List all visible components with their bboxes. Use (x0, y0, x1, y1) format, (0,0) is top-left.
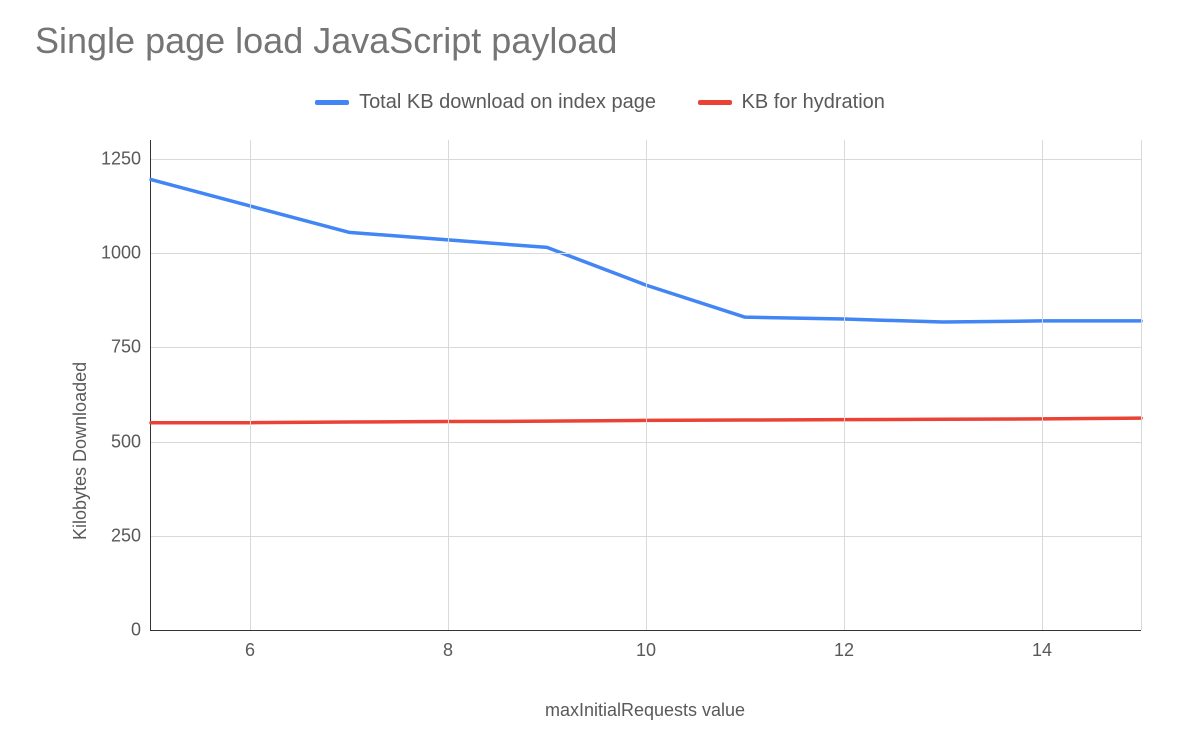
legend-label-total: Total KB download on index page (359, 91, 656, 114)
gridline-vertical (646, 140, 647, 630)
y-tick-label: 0 (131, 620, 141, 641)
gridline-vertical (844, 140, 845, 630)
chart-container: Single page load JavaScript payload Tota… (0, 0, 1200, 742)
plot-area: 02505007501000125068101214 (150, 140, 1141, 631)
legend-item-total: Total KB download on index page (315, 91, 656, 114)
x-tick-label: 14 (1032, 640, 1052, 661)
x-tick-label: 8 (443, 640, 453, 661)
y-tick-label: 750 (111, 337, 141, 358)
x-tick-label: 12 (834, 640, 854, 661)
legend-label-hydration: KB for hydration (742, 91, 885, 114)
x-tick-label: 6 (245, 640, 255, 661)
legend-swatch-hydration (698, 100, 732, 105)
legend-swatch-total (315, 100, 349, 105)
legend: Total KB download on index page KB for h… (0, 88, 1200, 114)
gridline-vertical (448, 140, 449, 630)
chart-title: Single page load JavaScript payload (35, 20, 617, 62)
gridline-vertical (250, 140, 251, 630)
y-tick-label: 500 (111, 431, 141, 452)
y-tick-label: 1000 (101, 243, 141, 264)
x-axis-label: maxInitialRequests value (545, 700, 745, 721)
gridline-vertical (1141, 140, 1142, 630)
legend-item-hydration: KB for hydration (698, 91, 885, 114)
gridline-vertical (1042, 140, 1043, 630)
y-tick-label: 1250 (101, 148, 141, 169)
y-tick-label: 250 (111, 525, 141, 546)
x-tick-label: 10 (636, 640, 656, 661)
y-axis-label: Kilobytes Downloaded (70, 362, 91, 540)
